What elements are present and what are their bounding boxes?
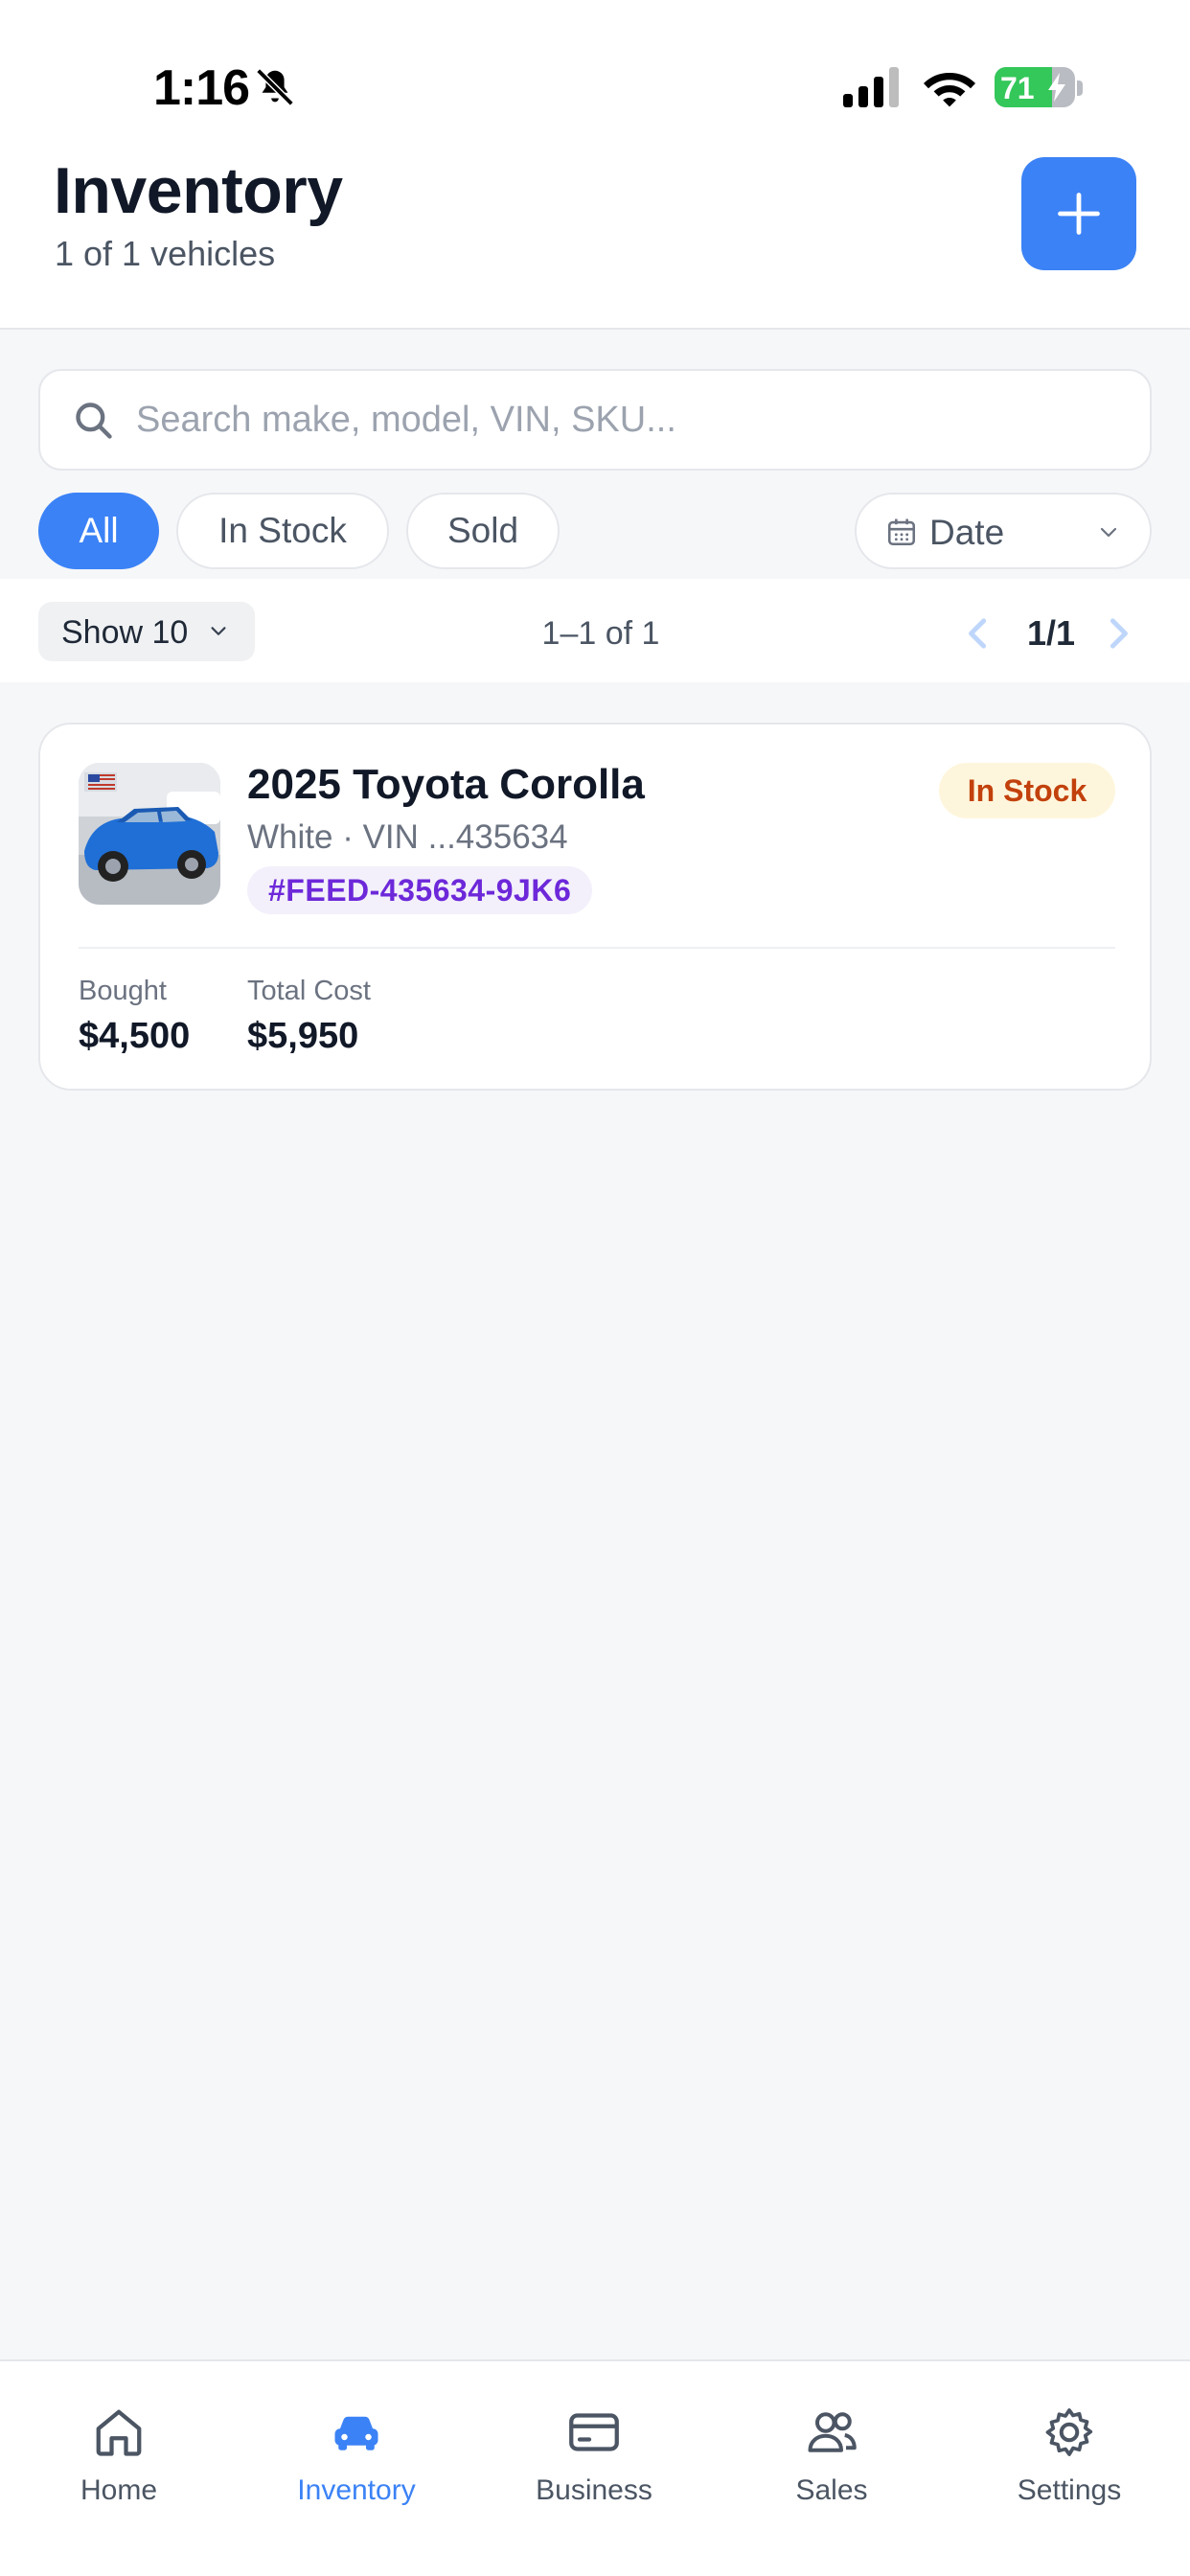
wifi-icon — [924, 73, 975, 107]
tab-business[interactable]: Business — [475, 2361, 713, 2534]
search-box[interactable] — [38, 369, 1152, 471]
vehicle-title: 2025 Toyota Corolla — [247, 761, 645, 808]
chevron-down-icon — [1100, 527, 1117, 538]
bottom-tab-bar: Home Inventory Business Sales Settings — [0, 2359, 1190, 2576]
filter-chip-in-stock[interactable]: In Stock — [176, 493, 389, 569]
battery-charging-icon — [1048, 73, 1065, 102]
add-vehicle-button[interactable] — [1021, 157, 1136, 270]
vehicle-photo — [79, 763, 220, 905]
vehicle-card[interactable]: 2025 Toyota Corolla White · VIN ...43563… — [38, 723, 1152, 1091]
bell-slash-icon — [256, 68, 294, 106]
tab-home-label: Home — [80, 2474, 158, 2506]
credit-card-icon — [569, 2413, 619, 2451]
results-range: 1–1 of 1 — [541, 615, 660, 652]
vehicle-details: White · VIN ...435634 — [247, 818, 568, 856]
bought-value: $4,500 — [79, 1016, 191, 1056]
home-icon — [96, 2409, 142, 2456]
page-title: Inventory — [54, 154, 343, 227]
page-indicator: 1/1 — [1027, 613, 1076, 653]
plus-icon — [1058, 193, 1100, 235]
card-divider — [79, 947, 1115, 949]
bought-label: Bought — [79, 976, 167, 1006]
tab-business-label: Business — [536, 2474, 652, 2506]
filter-chip-all[interactable]: All — [38, 493, 159, 569]
search-input[interactable] — [136, 371, 1113, 469]
tab-sales[interactable]: Sales — [713, 2361, 950, 2534]
tab-inventory-label: Inventory — [297, 2474, 416, 2506]
tab-settings[interactable]: Settings — [950, 2361, 1188, 2534]
pagination-bar: Show 10 1–1 of 1 1/1 — [0, 579, 1190, 682]
vehicle-count: 1 of 1 vehicles — [55, 234, 276, 273]
users-icon — [808, 2412, 857, 2452]
calendar-icon — [887, 518, 916, 546]
status-bar: 1:16 71 — [0, 0, 1190, 153]
car-icon — [334, 2416, 378, 2450]
sort-date-label: Date — [929, 513, 1005, 552]
status-time: 1:16 — [153, 60, 250, 116]
status-badge: In Stock — [939, 763, 1115, 818]
cellular-signal-icon — [843, 67, 899, 107]
sort-date-dropdown[interactable]: Date — [855, 493, 1152, 569]
filter-chip-sold[interactable]: Sold — [406, 493, 560, 569]
tab-sales-label: Sales — [795, 2474, 868, 2506]
gear-icon — [1045, 2408, 1093, 2456]
tab-inventory[interactable]: Inventory — [238, 2361, 475, 2534]
total-cost-label: Total Cost — [247, 976, 371, 1006]
sku-tag: #FEED-435634-9JK6 — [247, 866, 593, 914]
next-page-button[interactable] — [1104, 615, 1133, 652]
total-cost-value: $5,950 — [247, 1016, 359, 1056]
previous-page-button[interactable] — [964, 615, 993, 652]
battery-indicator: 71 — [995, 67, 1075, 107]
tab-home[interactable]: Home — [0, 2361, 238, 2534]
page-header: Inventory 1 of 1 vehicles — [0, 153, 1190, 330]
battery-nub — [1077, 80, 1083, 96]
tab-settings-label: Settings — [1017, 2474, 1122, 2506]
inventory-screen: 1:16 71 Inventory 1 of 1 vehicles Search… — [0, 0, 1190, 2576]
battery-percent: 71 — [1000, 71, 1035, 105]
search-icon — [76, 402, 112, 439]
